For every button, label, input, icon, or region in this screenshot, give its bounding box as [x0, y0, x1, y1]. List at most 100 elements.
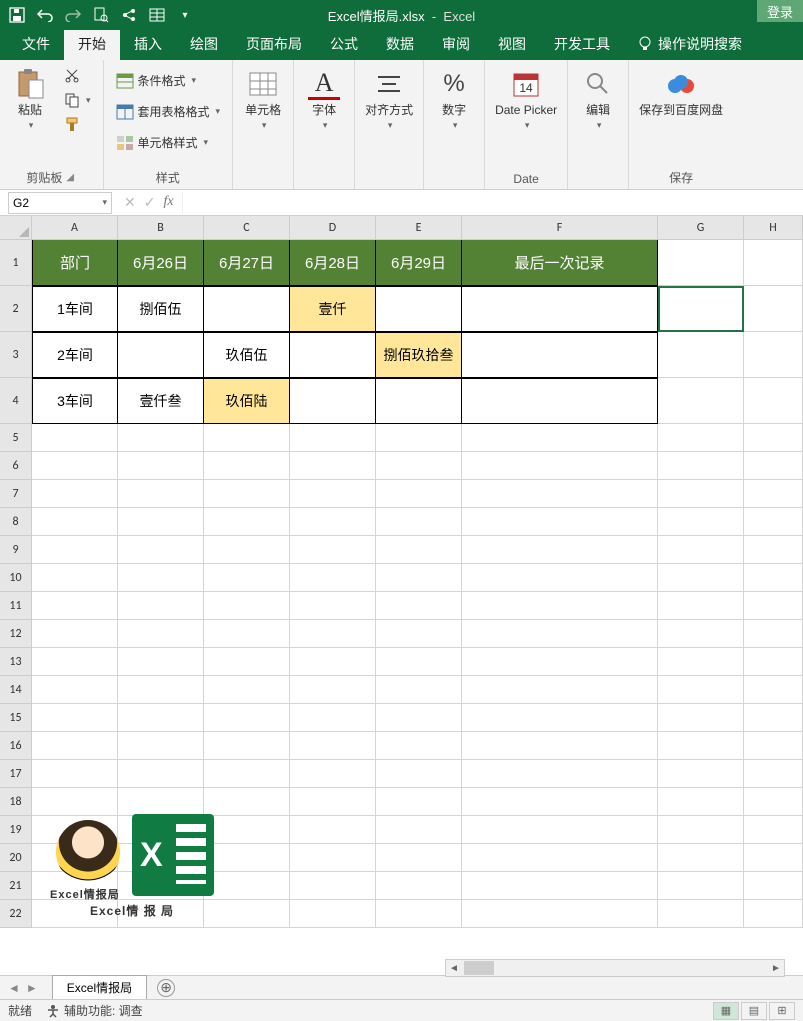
cell-C15[interactable] — [204, 704, 290, 732]
cell-B17[interactable] — [118, 760, 204, 788]
sheet-tab[interactable]: Excel情报局 — [52, 975, 147, 1001]
row-header-20[interactable]: 20 — [0, 844, 31, 872]
cell-H7[interactable] — [744, 480, 803, 508]
cell-B12[interactable] — [118, 620, 204, 648]
cell-E9[interactable] — [376, 536, 462, 564]
cell-F3[interactable] — [462, 332, 658, 378]
cell-G17[interactable] — [658, 760, 744, 788]
cell-D14[interactable] — [290, 676, 376, 704]
cell-D12[interactable] — [290, 620, 376, 648]
cell-F18[interactable] — [462, 788, 658, 816]
cell-D7[interactable] — [290, 480, 376, 508]
cell-H19[interactable] — [744, 816, 803, 844]
cell-H4[interactable] — [744, 378, 803, 424]
row-header-17[interactable]: 17 — [0, 760, 31, 788]
cell-A2[interactable]: 1车间 — [32, 286, 118, 332]
cell-G6[interactable] — [658, 452, 744, 480]
cell-B13[interactable] — [118, 648, 204, 676]
cell-A15[interactable] — [32, 704, 118, 732]
tab-data[interactable]: 数据 — [372, 28, 428, 60]
cells-button[interactable]: 单元格▾ — [239, 64, 287, 135]
cell-G4[interactable] — [658, 378, 744, 424]
cell-F15[interactable] — [462, 704, 658, 732]
cell-F2[interactable] — [462, 286, 658, 332]
col-header-E[interactable]: E — [376, 216, 462, 239]
cell-D2[interactable]: 壹仟 — [290, 286, 376, 332]
cell-A13[interactable] — [32, 648, 118, 676]
cell-E5[interactable] — [376, 424, 462, 452]
chevron-down-icon[interactable]: ▾ — [102, 197, 107, 208]
cell-E21[interactable] — [376, 872, 462, 900]
cell-F4[interactable] — [462, 378, 658, 424]
row-header-10[interactable]: 10 — [0, 564, 31, 592]
col-header-G[interactable]: G — [658, 216, 744, 239]
cell-C11[interactable] — [204, 592, 290, 620]
cell-A8[interactable] — [32, 508, 118, 536]
cell-C22[interactable] — [204, 900, 290, 928]
cell-F20[interactable] — [462, 844, 658, 872]
cell-G14[interactable] — [658, 676, 744, 704]
cell-C13[interactable] — [204, 648, 290, 676]
row-header-4[interactable]: 4 — [0, 378, 31, 424]
cell-B9[interactable] — [118, 536, 204, 564]
conditional-format-button[interactable]: 条件格式▾ — [112, 70, 225, 91]
cell-C21[interactable] — [204, 872, 290, 900]
cell-G10[interactable] — [658, 564, 744, 592]
cell-D17[interactable] — [290, 760, 376, 788]
cell-D20[interactable] — [290, 844, 376, 872]
cell-C9[interactable] — [204, 536, 290, 564]
cell-F1[interactable]: 最后一次记录 — [462, 240, 658, 286]
cell-A10[interactable] — [32, 564, 118, 592]
cell-H20[interactable] — [744, 844, 803, 872]
align-button[interactable]: 对齐方式▾ — [361, 64, 417, 135]
cell-H2[interactable] — [744, 286, 803, 332]
cell-E4[interactable] — [376, 378, 462, 424]
cell-H9[interactable] — [744, 536, 803, 564]
select-all-corner[interactable] — [0, 216, 32, 240]
cell-C1[interactable]: 6月27日 — [204, 240, 290, 286]
row-header-7[interactable]: 7 — [0, 480, 31, 508]
save-icon[interactable] — [8, 6, 26, 24]
cell-B7[interactable] — [118, 480, 204, 508]
row-header-14[interactable]: 14 — [0, 676, 31, 704]
login-button[interactable]: 登录 — [757, 0, 803, 22]
cell-H14[interactable] — [744, 676, 803, 704]
cell-G3[interactable] — [658, 332, 744, 378]
cell-D15[interactable] — [290, 704, 376, 732]
cell-G12[interactable] — [658, 620, 744, 648]
cell-D13[interactable] — [290, 648, 376, 676]
cell-A12[interactable] — [32, 620, 118, 648]
cell-C7[interactable] — [204, 480, 290, 508]
cell-E22[interactable] — [376, 900, 462, 928]
row-header-3[interactable]: 3 — [0, 332, 31, 378]
print-preview-icon[interactable] — [92, 6, 110, 24]
cell-G9[interactable] — [658, 536, 744, 564]
edit-button[interactable]: 编辑▾ — [574, 64, 622, 135]
undo-icon[interactable] — [36, 6, 54, 24]
cell-G7[interactable] — [658, 480, 744, 508]
col-header-H[interactable]: H — [744, 216, 803, 239]
cell-D10[interactable] — [290, 564, 376, 592]
cell-F14[interactable] — [462, 676, 658, 704]
col-header-A[interactable]: A — [32, 216, 118, 239]
cell-D3[interactable] — [290, 332, 376, 378]
dialog-launcher-icon[interactable]: ◢ — [64, 172, 76, 183]
col-header-D[interactable]: D — [290, 216, 376, 239]
cell-H18[interactable] — [744, 788, 803, 816]
cell-C12[interactable] — [204, 620, 290, 648]
cell-D11[interactable] — [290, 592, 376, 620]
row-header-9[interactable]: 9 — [0, 536, 31, 564]
cell-G11[interactable] — [658, 592, 744, 620]
cell-B6[interactable] — [118, 452, 204, 480]
cell-G22[interactable] — [658, 900, 744, 928]
cell-H13[interactable] — [744, 648, 803, 676]
col-header-F[interactable]: F — [462, 216, 658, 239]
cell-F12[interactable] — [462, 620, 658, 648]
cell-B15[interactable] — [118, 704, 204, 732]
cell-D19[interactable] — [290, 816, 376, 844]
tab-layout[interactable]: 页面布局 — [232, 28, 316, 60]
cell-C2[interactable] — [204, 286, 290, 332]
cell-A14[interactable] — [32, 676, 118, 704]
cell-E20[interactable] — [376, 844, 462, 872]
row-header-1[interactable]: 1 — [0, 240, 31, 286]
